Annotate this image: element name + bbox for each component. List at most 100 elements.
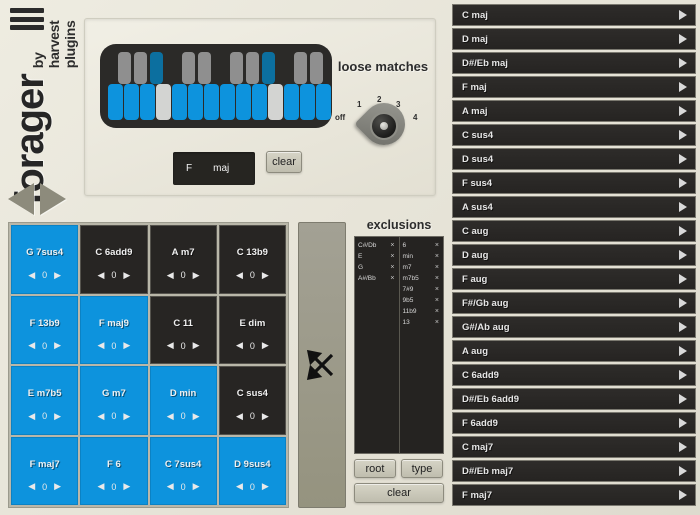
stepper-left-arrow-icon[interactable]: ◀ [236,270,243,281]
chord-list-row[interactable]: D#/Eb 6add9 [452,388,696,410]
exclusion-type-item[interactable]: 6× [403,240,442,251]
black-key-0[interactable] [118,52,131,84]
white-key-12[interactable] [300,84,315,120]
stepper-left-arrow-icon[interactable]: ◀ [28,270,35,281]
chord-tile[interactable]: G m7◀0▶ [80,366,147,435]
remove-exclusion-icon[interactable]: × [435,308,439,315]
chord-tile-stepper[interactable]: ◀0▶ [28,411,61,422]
stepper-right-arrow-icon[interactable]: ▶ [123,481,130,492]
chord-list-row[interactable]: C 6add9 [452,364,696,386]
white-key-0[interactable] [108,84,123,120]
play-triangle-icon[interactable] [679,202,687,212]
remove-exclusion-icon[interactable]: × [390,275,394,282]
chord-tile[interactable]: C sus4◀0▶ [219,366,286,435]
stepper-right-arrow-icon[interactable]: ▶ [54,270,61,281]
stepper-right-arrow-icon[interactable]: ▶ [193,270,200,281]
chord-tile-stepper[interactable]: ◀0▶ [28,340,61,351]
stepper-left-arrow-icon[interactable]: ◀ [97,340,104,351]
exclusion-type-item[interactable]: m7b5× [403,273,442,284]
chord-tile-stepper[interactable]: ◀0▶ [236,270,269,281]
play-triangle-icon[interactable] [679,130,687,140]
chord-tile[interactable]: C 7sus4◀0▶ [150,437,217,506]
play-triangle-icon[interactable] [679,34,687,44]
chord-tile[interactable]: F maj9◀0▶ [80,296,147,365]
play-triangle-icon[interactable] [679,250,687,260]
white-key-13[interactable] [316,84,331,120]
exclusion-root-item[interactable]: A#/Bb× [358,273,397,284]
chord-tile[interactable]: F 6◀0▶ [80,437,147,506]
play-triangle-icon[interactable] [679,10,687,20]
black-key-8[interactable] [294,52,307,84]
exclusion-type-item[interactable]: 9b5× [403,295,442,306]
exclusions-clear-button[interactable]: clear [354,483,444,503]
chord-tile-stepper[interactable]: ◀0▶ [97,411,130,422]
remove-exclusion-icon[interactable]: × [435,275,439,282]
chord-list-row[interactable]: F#/Gb aug [452,292,696,314]
white-key-6[interactable] [204,84,219,120]
white-key-10[interactable] [268,84,283,120]
stepper-right-arrow-icon[interactable]: ▶ [262,481,269,492]
exclusion-root-item[interactable]: G× [358,262,397,273]
play-triangle-icon[interactable] [679,322,687,332]
piano-keyboard[interactable] [100,44,332,128]
exclusions-root-button[interactable]: root [354,459,396,478]
exclusion-type-item[interactable]: min× [403,251,442,262]
stepper-left-arrow-icon[interactable]: ◀ [167,340,174,351]
stepper-left-arrow-icon[interactable]: ◀ [167,270,174,281]
stepper-left-arrow-icon[interactable]: ◀ [236,481,243,492]
play-triangle-icon[interactable] [679,394,687,404]
black-key-9[interactable] [310,52,323,84]
chord-tile[interactable]: C 13b9◀0▶ [219,225,286,294]
exclusion-root-item[interactable]: C#/Db× [358,240,397,251]
clear-chord-button[interactable]: clear [266,151,302,173]
stepper-left-arrow-icon[interactable]: ◀ [28,481,35,492]
exclusion-type-item[interactable]: 13× [403,317,442,328]
chord-tile[interactable]: C 11◀0▶ [150,296,217,365]
remove-exclusion-icon[interactable]: × [435,297,439,304]
remove-exclusion-icon[interactable]: × [390,253,394,260]
white-key-2[interactable] [140,84,155,120]
chord-tile-stepper[interactable]: ◀0▶ [167,411,200,422]
play-triangle-icon[interactable] [679,490,687,500]
play-triangle-icon[interactable] [679,442,687,452]
white-key-3[interactable] [156,84,171,120]
chord-tile[interactable]: D min◀0▶ [150,366,217,435]
next-preset-arrow[interactable] [40,183,66,215]
chord-tile[interactable]: E dim◀0▶ [219,296,286,365]
exclusions-type-button[interactable]: type [401,459,443,478]
chord-list-row[interactable]: A maj [452,100,696,122]
black-key-7[interactable] [262,52,275,84]
stepper-right-arrow-icon[interactable]: ▶ [123,411,130,422]
chord-list-row[interactable]: C maj7 [452,436,696,458]
play-triangle-icon[interactable] [679,106,687,116]
previous-preset-arrow[interactable] [8,183,34,215]
stepper-left-arrow-icon[interactable]: ◀ [236,340,243,351]
white-key-9[interactable] [252,84,267,120]
stepper-left-arrow-icon[interactable]: ◀ [97,481,104,492]
play-triangle-icon[interactable] [679,178,687,188]
stepper-right-arrow-icon[interactable]: ▶ [54,481,61,492]
stepper-left-arrow-icon[interactable]: ◀ [97,270,104,281]
remove-exclusion-icon[interactable]: × [435,253,439,260]
remove-exclusion-icon[interactable]: × [435,264,439,271]
stepper-right-arrow-icon[interactable]: ▶ [123,340,130,351]
chord-list-row[interactable]: F 6add9 [452,412,696,434]
play-triangle-icon[interactable] [679,58,687,68]
chord-tile[interactable]: E m7b5◀0▶ [11,366,78,435]
black-key-5[interactable] [230,52,243,84]
chord-tile-stepper[interactable]: ◀0▶ [236,411,269,422]
stepper-left-arrow-icon[interactable]: ◀ [28,340,35,351]
exclusion-type-item[interactable]: 7#9× [403,284,442,295]
chord-tile-stepper[interactable]: ◀0▶ [236,340,269,351]
stepper-left-arrow-icon[interactable]: ◀ [28,411,35,422]
chord-list-row[interactable]: C maj [452,4,696,26]
stepper-left-arrow-icon[interactable]: ◀ [167,481,174,492]
chord-tile[interactable]: A m7◀0▶ [150,225,217,294]
stepper-right-arrow-icon[interactable]: ▶ [262,340,269,351]
chord-tile-stepper[interactable]: ◀0▶ [28,270,61,281]
chord-list-row[interactable]: D#/Eb maj [452,52,696,74]
chord-list-row[interactable]: A aug [452,340,696,362]
exclusion-type-item[interactable]: 11b9× [403,306,442,317]
chord-tile[interactable]: F 13b9◀0▶ [11,296,78,365]
chord-tile-stepper[interactable]: ◀0▶ [97,340,130,351]
